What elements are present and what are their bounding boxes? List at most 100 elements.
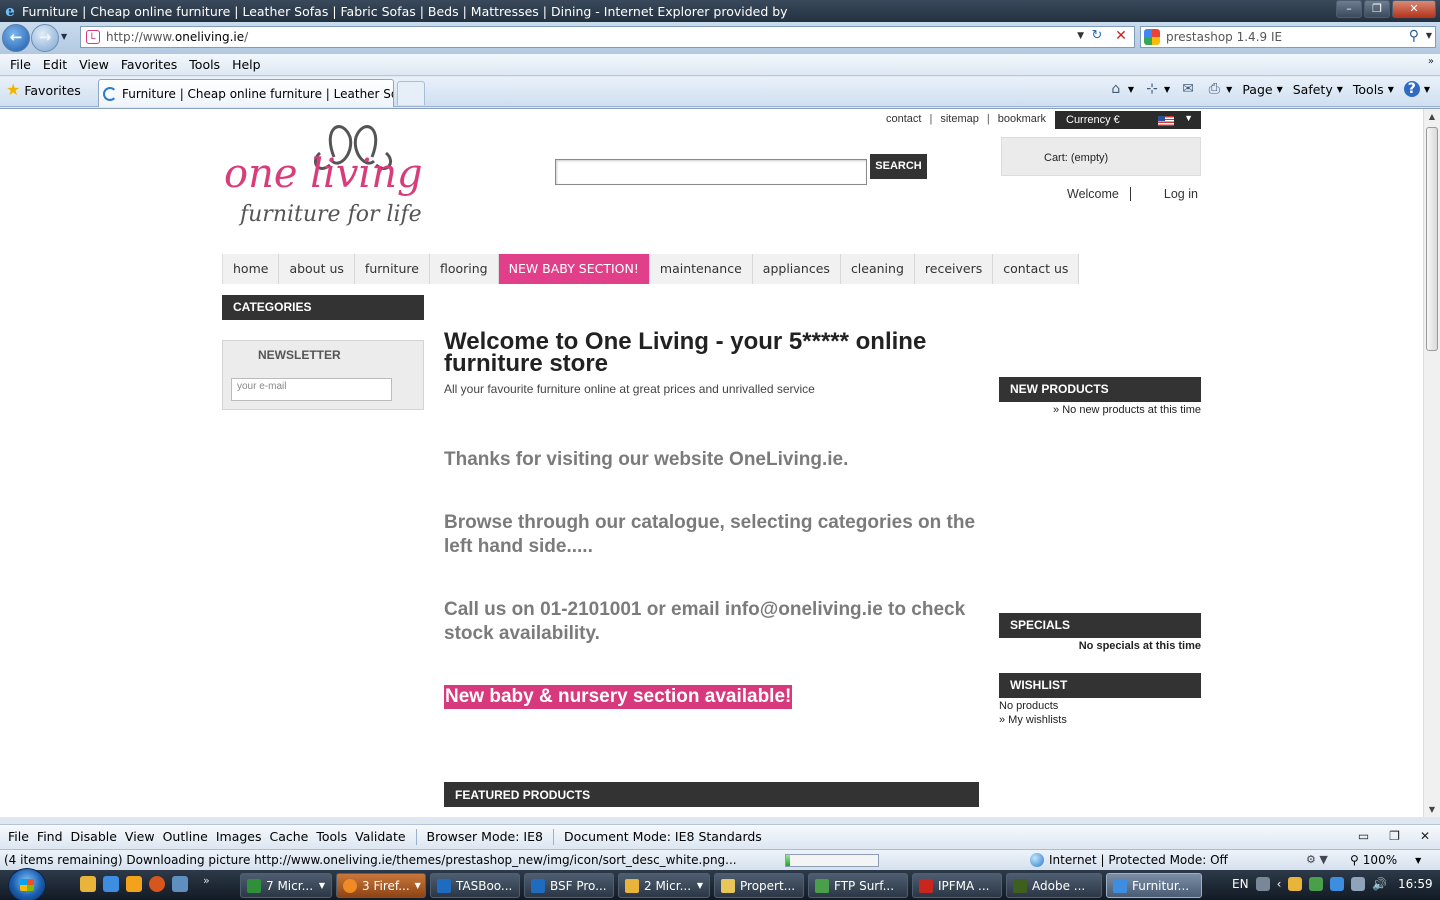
dev-validate[interactable]: Validate [351,829,409,844]
favorites-button[interactable]: ★ Favorites [6,82,81,98]
chevron-more-icon[interactable]: » [1428,56,1434,67]
browser-mode[interactable]: Browser Mode: IE8 [423,829,547,844]
keyboard-icon[interactable] [1255,877,1270,891]
scroll-down-icon[interactable]: ▼ [1424,802,1440,817]
safety-menu-button[interactable]: Safety ▼ [1293,82,1343,97]
refresh-icon[interactable]: ↻ [1087,28,1107,46]
nav-flooring[interactable]: flooring [429,254,499,284]
settings-icon[interactable]: ⚙ ▼ [1306,853,1328,866]
task-adobe[interactable]: Adobe ... [1006,873,1102,898]
tray-app-icon[interactable] [1288,877,1303,891]
firefox-icon[interactable] [149,876,165,892]
task-properties[interactable]: Propert... [714,873,804,898]
zoom-level[interactable]: ⚲ 100% ▼ [1350,853,1421,867]
stop-icon[interactable]: ✕ [1111,28,1131,46]
show-hidden-icons[interactable]: ‹ [1277,877,1282,891]
nav-about-us[interactable]: about us [279,254,355,284]
dev-images[interactable]: Images [212,829,266,844]
dev-tools[interactable]: Tools [312,829,351,844]
link-sitemap[interactable]: sitemap [940,113,979,125]
help-button[interactable]: ? ▼ [1403,81,1430,97]
vertical-scrollbar[interactable]: ▲ ▼ [1423,109,1440,817]
dev-file[interactable]: File [4,829,33,844]
baby-section-banner[interactable]: New baby & nursery section available! [444,685,793,709]
menu-file[interactable]: File [4,57,37,72]
dev-view[interactable]: View [121,829,159,844]
task-firefox[interactable]: 3 Firef... ▼ [336,873,426,898]
feeds-button[interactable]: ⊹ ▼ [1144,81,1170,97]
minimize-button[interactable]: – [1336,0,1362,18]
folder-icon[interactable] [80,876,96,892]
undock-icon[interactable]: ❐ [1385,829,1404,843]
tray-sync-icon[interactable] [1330,877,1345,891]
site-search-button[interactable]: SEARCH [870,154,927,179]
network-icon[interactable] [1351,877,1366,891]
new-products-heading[interactable]: NEW PRODUCTS [999,377,1201,402]
link-bookmark[interactable]: bookmark [998,113,1046,125]
desktop-icon[interactable] [172,876,188,892]
site-search-input[interactable] [555,159,867,185]
my-wishlists-link[interactable]: » My wishlists [999,714,1067,726]
link-contact[interactable]: contact [886,113,921,125]
close-window-button[interactable]: ✕ [1392,0,1436,18]
task-internet-explorer[interactable]: Furnitur... [1106,873,1202,898]
browser-tab-active[interactable]: Furniture | Cheap online furniture | Lea… [98,79,394,107]
history-dropdown-icon[interactable]: ▼ [61,32,71,42]
language-selector[interactable]: ▼ [1120,111,1201,129]
specials-heading[interactable]: SPECIALS [999,613,1201,638]
chevron-more-icon[interactable]: » [203,874,210,887]
address-field[interactable]: L http://www.oneliving.ie/ ▼ ↻ ✕ [80,26,1135,48]
volume-icon[interactable]: 🔊 [1372,877,1387,891]
scrollbar-thumb[interactable] [1426,127,1438,351]
scroll-up-icon[interactable]: ▲ [1424,109,1440,125]
tray-network-app-icon[interactable] [1309,877,1324,891]
dev-find[interactable]: Find [33,829,67,844]
ie-icon[interactable] [103,876,119,892]
security-zone[interactable]: Internet | Protected Mode: Off [1030,853,1228,867]
print-button[interactable]: ⎙ ▼ [1206,81,1233,97]
nav-new-baby-section[interactable]: NEW BABY SECTION! [498,254,650,284]
media-icon[interactable] [126,876,142,892]
address-dropdown-icon[interactable]: ▼ [1077,31,1084,41]
nav-home[interactable]: home [223,254,280,284]
restore-button[interactable]: ❐ [1364,0,1390,18]
menu-edit[interactable]: Edit [37,57,73,72]
browser-search-input[interactable]: prestashop 1.4.9 IE ⚲ ▼ [1140,26,1436,48]
document-mode[interactable]: Document Mode: IE8 Standards [560,829,766,844]
task-tasbook[interactable]: TASBoo... [430,873,520,898]
menu-favorites[interactable]: Favorites [115,57,183,72]
cart-box[interactable]: Cart: (empty) [1001,137,1201,176]
minimize-icon[interactable]: ▭ [1354,829,1373,843]
site-logo[interactable]: one living furniture for life [222,117,484,235]
nav-cleaning[interactable]: cleaning [840,254,915,284]
read-mail-button[interactable]: ✉ [1180,81,1196,97]
menu-help[interactable]: Help [226,57,267,72]
nav-contact-us[interactable]: contact us [993,254,1080,284]
home-button[interactable]: ⌂ ▼ [1108,81,1134,97]
dev-disable[interactable]: Disable [67,829,121,844]
tools-menu-button[interactable]: Tools ▼ [1353,82,1394,97]
back-button[interactable]: ← [2,24,30,52]
task-bsf[interactable]: BSF Pro... [524,873,614,898]
forward-button[interactable]: → [31,24,59,52]
task-outlook[interactable]: 2 Micr... ▼ [618,873,710,898]
url-text[interactable]: http://www.oneliving.ie/ [106,30,248,44]
login-link[interactable]: Log in [1164,187,1198,201]
nav-maintenance[interactable]: maintenance [649,254,753,284]
nav-appliances[interactable]: appliances [752,254,841,284]
task-ftp[interactable]: FTP Surf... [808,873,908,898]
dev-outline[interactable]: Outline [159,829,212,844]
language-indicator[interactable]: EN [1232,877,1249,891]
nav-receivers[interactable]: receivers [914,254,994,284]
nav-furniture[interactable]: furniture [354,254,430,284]
close-icon[interactable]: ✕ [1416,829,1434,843]
dev-cache[interactable]: Cache [266,829,313,844]
start-button[interactable] [8,868,46,900]
newsletter-email-input[interactable]: your e-mail [231,378,392,401]
menu-tools[interactable]: Tools [183,57,226,72]
task-ipfma[interactable]: IPFMA ... [912,873,1002,898]
menu-view[interactable]: View [73,57,115,72]
page-menu-button[interactable]: Page ▼ [1242,82,1282,97]
task-excel[interactable]: 7 Micr... ▼ [240,873,332,898]
clock[interactable]: 16:59 [1398,877,1433,891]
